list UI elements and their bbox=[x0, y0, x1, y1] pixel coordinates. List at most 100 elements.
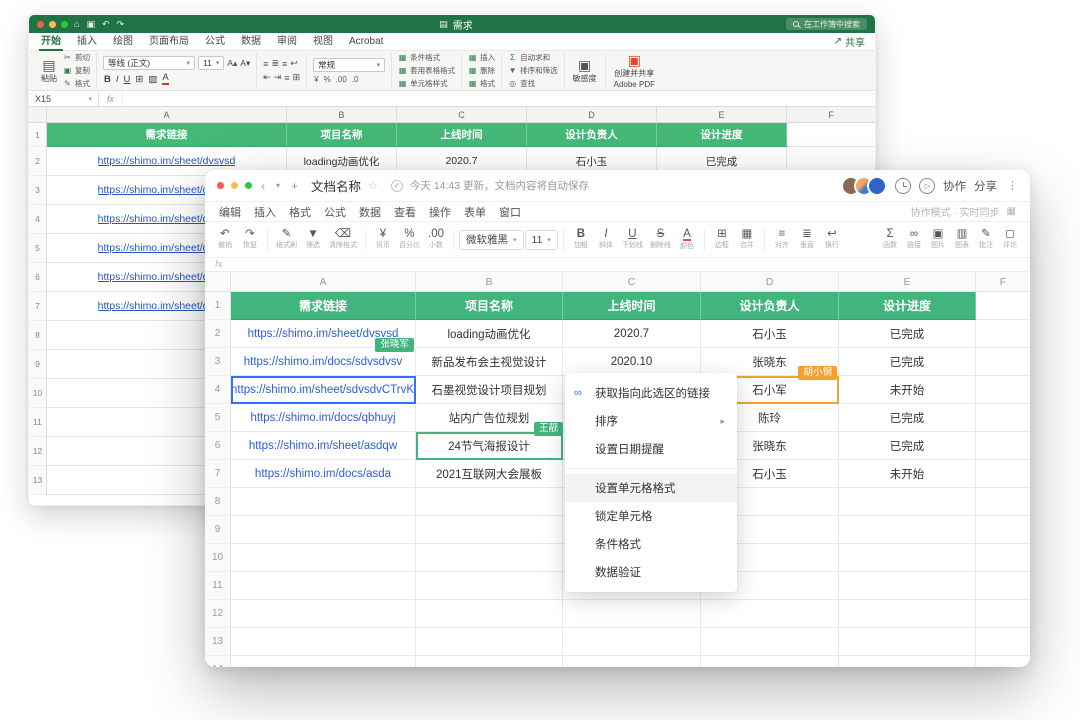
sensitivity-button[interactable]: ▣ 敏感度 bbox=[571, 58, 599, 84]
header-cell[interactable]: 设计负责人 bbox=[701, 292, 839, 320]
ribbon-tab[interactable]: 绘图 bbox=[111, 33, 135, 51]
cell[interactable]: 已完成 bbox=[839, 348, 976, 376]
cell[interactable] bbox=[976, 572, 1030, 600]
row-header[interactable]: 4 bbox=[205, 376, 231, 404]
cell[interactable] bbox=[416, 572, 563, 600]
row-header[interactable]: 10 bbox=[29, 379, 47, 408]
row-header[interactable]: 3 bbox=[29, 176, 47, 205]
column-header-b[interactable]: B bbox=[416, 272, 563, 291]
ribbon-tab[interactable]: Acrobat bbox=[347, 33, 385, 51]
cell[interactable]: loading动画优化 bbox=[416, 320, 563, 348]
row-header[interactable]: 7 bbox=[205, 460, 231, 488]
menu-item[interactable]: 窗口 bbox=[499, 204, 521, 220]
cell[interactable] bbox=[416, 544, 563, 572]
cell[interactable] bbox=[839, 488, 976, 516]
share-button[interactable]: 分享 bbox=[974, 178, 997, 194]
save-icon[interactable]: ▣ bbox=[85, 20, 96, 29]
cell[interactable] bbox=[701, 628, 839, 656]
menu-item-date-reminder[interactable]: 设置日期提醒 bbox=[565, 435, 737, 463]
align-button[interactable]: ≣ bbox=[271, 58, 279, 69]
close-button[interactable] bbox=[37, 21, 44, 28]
cell[interactable] bbox=[976, 460, 1030, 488]
menu-item-lock-cell[interactable]: 锁定单元格 bbox=[565, 502, 737, 530]
cell[interactable] bbox=[563, 656, 701, 667]
menu-item[interactable]: 查看 bbox=[394, 204, 416, 220]
column-header-e[interactable]: E bbox=[839, 272, 976, 291]
minimize-button[interactable] bbox=[231, 182, 238, 189]
cell[interactable] bbox=[231, 572, 416, 600]
minimize-button[interactable] bbox=[49, 21, 56, 28]
number-format-button[interactable]: ¥ bbox=[313, 75, 319, 84]
redo-icon[interactable]: ↷ bbox=[116, 20, 126, 29]
avatar[interactable] bbox=[867, 176, 887, 196]
column-header-f[interactable]: F bbox=[976, 272, 1030, 291]
link[interactable]: https://shimo.im/docs/qbhuyj bbox=[250, 412, 395, 424]
cell[interactable]: https://shimo.im/docs/qbhuyj bbox=[231, 404, 416, 432]
font-style-button[interactable]: A bbox=[162, 73, 168, 85]
collaborate-button[interactable]: 协作 bbox=[943, 178, 966, 194]
cell[interactable]: 已完成 bbox=[839, 320, 976, 348]
row-header[interactable]: 13 bbox=[205, 628, 231, 656]
cell[interactable] bbox=[839, 656, 976, 667]
maximize-button[interactable] bbox=[245, 182, 252, 189]
close-button[interactable] bbox=[217, 182, 224, 189]
paste-button[interactable]: ▤ 粘贴 bbox=[39, 58, 59, 84]
cell[interactable] bbox=[976, 376, 1030, 404]
clipboard-mini-button[interactable]: ▣ 复制 bbox=[63, 65, 90, 76]
cells-button[interactable]: ▦ 格式 bbox=[468, 78, 495, 89]
ribbon-tab[interactable]: 页面布局 bbox=[147, 33, 191, 51]
ribbon-tab[interactable]: 视图 bbox=[311, 33, 335, 51]
cell[interactable] bbox=[231, 628, 416, 656]
cell[interactable] bbox=[839, 628, 976, 656]
cell[interactable] bbox=[976, 320, 1030, 348]
align-button[interactable]: ⊞ bbox=[293, 72, 301, 83]
menu-item[interactable]: 编辑 bbox=[219, 204, 241, 220]
cell[interactable] bbox=[416, 628, 563, 656]
new-doc-icon[interactable]: + bbox=[289, 180, 300, 192]
column-header-a[interactable]: A bbox=[231, 272, 416, 291]
row-header[interactable]: 5 bbox=[29, 234, 47, 263]
menu-item-data-validation[interactable]: 数据验证 bbox=[565, 558, 737, 586]
cell[interactable]: 石墨视觉设计项目规划 bbox=[416, 376, 563, 404]
link[interactable]: https://shimo.im/sheet/sdvsdvCTrvKa bbox=[231, 384, 415, 396]
row-header[interactable]: 13 bbox=[29, 466, 47, 495]
column-header-c[interactable]: C bbox=[563, 272, 701, 291]
menu-item[interactable]: 插入 bbox=[254, 204, 276, 220]
present-icon[interactable]: ▷ bbox=[919, 178, 935, 194]
cell[interactable] bbox=[231, 600, 416, 628]
cell[interactable] bbox=[839, 572, 976, 600]
editing-button[interactable]: ▼ 排序和筛选 bbox=[508, 65, 558, 76]
number-format-select[interactable]: 常规 ▾ bbox=[313, 58, 385, 72]
ribbon-tab[interactable]: 数据 bbox=[239, 33, 263, 51]
workbook-search[interactable]: 在工作簿中搜索 bbox=[786, 18, 867, 30]
column-header-d[interactable]: D bbox=[701, 272, 839, 291]
toolbar-button[interactable]: ⊞边框 bbox=[710, 229, 734, 250]
cell[interactable] bbox=[231, 516, 416, 544]
font-name-select[interactable]: 等线 (正文) ▾ bbox=[103, 56, 195, 70]
cell[interactable]: 未开始 bbox=[839, 376, 976, 404]
font-size-select[interactable]: 11 ▾ bbox=[198, 56, 224, 70]
row-header[interactable]: 6 bbox=[205, 432, 231, 460]
link[interactable]: https://shimo.im/docs/asda bbox=[255, 468, 391, 480]
cell[interactable] bbox=[701, 600, 839, 628]
font-resize-button[interactable]: A▾ bbox=[240, 58, 250, 69]
header-cell[interactable]: 项目名称 bbox=[287, 123, 397, 147]
cell[interactable]: 2020.7 bbox=[563, 320, 701, 348]
cell[interactable]: https://shimo.im/sheet/asdqw bbox=[231, 432, 416, 460]
cell[interactable] bbox=[839, 516, 976, 544]
cell[interactable] bbox=[563, 600, 701, 628]
cell[interactable] bbox=[787, 123, 875, 147]
font-style-button[interactable]: U bbox=[124, 74, 131, 85]
cell[interactable] bbox=[976, 292, 1030, 320]
doc-title[interactable]: 文档名称 bbox=[311, 176, 361, 195]
row-header[interactable]: 2 bbox=[205, 320, 231, 348]
number-format-button[interactable]: .0 bbox=[351, 75, 360, 84]
row-header[interactable]: 9 bbox=[29, 350, 47, 379]
header-cell[interactable]: 上线时间 bbox=[397, 123, 527, 147]
column-header-e[interactable]: E bbox=[657, 107, 787, 122]
select-all-corner[interactable] bbox=[29, 107, 47, 122]
row-header[interactable]: 2 bbox=[29, 147, 47, 176]
font-style-button[interactable]: ▨ bbox=[148, 74, 157, 85]
toolbar-button[interactable]: ▦合并 bbox=[735, 229, 759, 250]
toolbar-button[interactable]: ∞链接 bbox=[902, 229, 926, 250]
